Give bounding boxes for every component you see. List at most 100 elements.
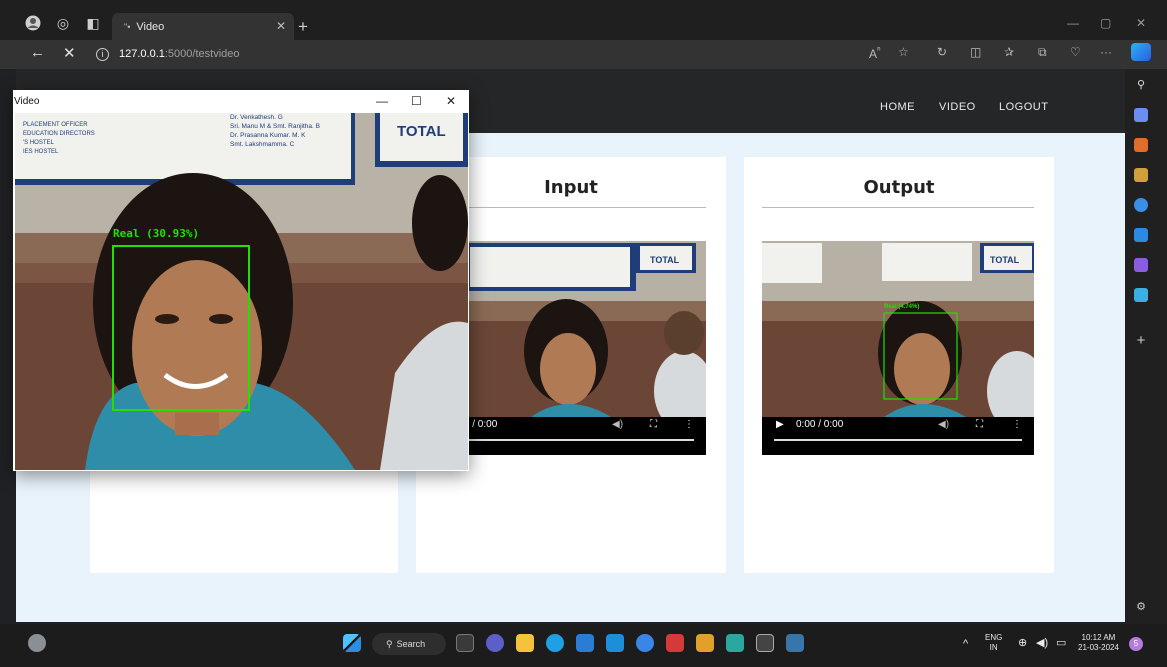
notification-badge[interactable]: 5	[1129, 637, 1143, 651]
cv-window-titlebar[interactable]: Video — ☐ ✕	[13, 90, 469, 113]
maximize-icon[interactable]: ▢	[1100, 16, 1111, 30]
battery-icon[interactable]: ▭	[1056, 638, 1066, 649]
taskbar-search[interactable]: ⚲ Search	[372, 633, 446, 655]
file-explorer-icon[interactable]	[516, 634, 534, 652]
read-aloud-icon[interactable]: Aⁿ	[869, 45, 881, 61]
windows-start-icon[interactable]	[343, 634, 361, 652]
tray-overflow-icon[interactable]: ^	[963, 639, 968, 650]
cv-board-name-4: Smt. Lakshmamma. C	[230, 141, 295, 148]
input-video-controls: 0:00 / 0:00 ◀) ⛶ ⋮	[436, 411, 706, 441]
sidebar-games-icon[interactable]	[1134, 168, 1148, 182]
input-divider	[436, 207, 706, 208]
site-info-icon[interactable]: i	[96, 47, 109, 61]
cv-board-left-1: PLACEMENT OFFICER	[23, 122, 88, 128]
output-video-time: 0:00 / 0:00	[796, 419, 844, 430]
weather-icon[interactable]	[28, 634, 46, 652]
input-video-player[interactable]: TOTAL 0:00 / 0:00 ◀) ⛶ ⋮	[436, 241, 706, 455]
sidebar-office-icon[interactable]	[1134, 198, 1148, 212]
minimize-icon[interactable]: —	[1067, 16, 1079, 30]
split-screen-icon[interactable]: ◫	[970, 45, 981, 59]
more-options-icon[interactable]: ···	[1100, 45, 1112, 59]
python-icon[interactable]	[786, 634, 804, 652]
sidebar-tag-icon[interactable]	[1134, 108, 1148, 122]
back-icon[interactable]: ←	[30, 44, 45, 61]
network-icon[interactable]: ⊕	[1018, 638, 1027, 649]
input-more-icon[interactable]: ⋮	[684, 419, 694, 430]
url-host: 127.0.0.1	[119, 48, 165, 60]
refresh-icon[interactable]: ↻	[937, 45, 947, 59]
output-progress-bar[interactable]	[774, 439, 1022, 441]
input-fullscreen-icon[interactable]: ⛶	[650, 419, 657, 430]
chrome-icon[interactable]	[636, 634, 654, 652]
sidebar-tools-icon[interactable]	[1134, 138, 1148, 152]
cv-camera-image	[15, 113, 468, 470]
mail-icon[interactable]	[606, 634, 624, 652]
cv-board-left-4: IES HOSTEL	[23, 149, 59, 155]
url-field[interactable]: i 127.0.0.1 :5000/testvideo	[96, 44, 861, 64]
close-window-icon[interactable]: ✕	[1136, 16, 1146, 30]
workspaces-icon[interactable]: ◎	[54, 14, 72, 32]
sidebar-designer-icon[interactable]	[1134, 258, 1148, 272]
task-view-icon[interactable]	[456, 634, 474, 652]
store-icon[interactable]	[576, 634, 594, 652]
volume-icon[interactable]: ◀)	[1036, 638, 1048, 649]
sidebar-add-icon[interactable]: +	[1134, 332, 1148, 349]
cv-board-left: PLACEMENT OFFICER EDUCATION DIRECTORS 'S…	[23, 121, 95, 157]
sidebar-outlook-icon[interactable]	[1134, 228, 1148, 242]
input-volume-icon[interactable]: ◀)	[612, 419, 623, 430]
favorites-icon[interactable]: ✰	[1004, 45, 1014, 59]
clock-date: 21-03-2024	[1078, 643, 1119, 652]
windows-taskbar: ⚲ Search ^ ENG IN ⊕ ◀) ▭ 10:12 AM 21-03-…	[0, 624, 1167, 667]
output-video-player[interactable]: TOTAL Real (4.74%) ▶ 0:00 / 0:00 ◀) ⛶ ⋮	[762, 241, 1034, 455]
language-indicator[interactable]: ENG IN	[985, 633, 1002, 653]
output-fullscreen-icon[interactable]: ⛶	[976, 419, 983, 430]
output-card: Output TOTAL Real (4.74%) ▶ 0:00 / 0:00 …	[744, 157, 1054, 573]
cv-window-title: Video	[14, 96, 40, 107]
notepad-icon[interactable]	[726, 634, 744, 652]
cv-board-name-3: Dr. Prasanna Kumar. M. K	[230, 132, 306, 139]
output-detection-label: Real (4.74%)	[884, 304, 920, 310]
mcafee-icon[interactable]	[666, 634, 684, 652]
output-play-icon[interactable]: ▶	[776, 419, 784, 430]
sidebar-settings-icon[interactable]: ⚙	[1134, 599, 1148, 613]
cv-board-name-1: Dr. Venkathesh. G	[230, 114, 283, 121]
nav-home[interactable]: HOME	[880, 101, 915, 113]
close-tab-icon[interactable]: ✕	[276, 19, 286, 33]
cv-minimize-icon[interactable]: —	[376, 94, 388, 108]
search-icon: ⚲	[386, 638, 393, 649]
health-icon[interactable]: ♡	[1070, 45, 1081, 59]
output-divider	[762, 207, 1034, 208]
tab-actions-icon[interactable]: ◧	[84, 14, 102, 32]
svg-text:TOTAL: TOTAL	[650, 255, 680, 265]
clock[interactable]: 10:12 AM 21-03-2024	[1078, 633, 1119, 653]
new-tab-icon[interactable]: +	[298, 17, 308, 37]
edge-browser-icon[interactable]	[546, 634, 564, 652]
terminal-icon[interactable]	[756, 634, 774, 652]
tab-video[interactable]: "• Video ✕	[112, 13, 294, 40]
favorite-star-icon[interactable]: ☆	[898, 45, 909, 59]
sidebar-search-icon[interactable]: ⚲	[1134, 77, 1148, 91]
input-progress-bar[interactable]	[448, 439, 694, 441]
lang: ENG	[985, 633, 1003, 642]
app-icon[interactable]	[696, 634, 714, 652]
copilot-icon[interactable]	[1131, 43, 1151, 61]
cv-board-name-2: Sri. Manu M & Smt. Ranjitha. B	[230, 123, 320, 130]
nav-video[interactable]: VIDEO	[939, 101, 976, 113]
collections-icon[interactable]: ⧉	[1038, 45, 1047, 60]
output-volume-icon[interactable]: ◀)	[938, 419, 949, 430]
taskbar-search-label: Search	[396, 639, 426, 649]
teams-icon[interactable]	[486, 634, 504, 652]
opencv-video-window[interactable]: Video — ☐ ✕ PLACEMENT OFFICER EDUCATION …	[13, 90, 469, 471]
sidebar-send-icon[interactable]	[1134, 288, 1148, 302]
video-tab-icon: "•	[124, 21, 131, 32]
region: IN	[989, 643, 998, 652]
nav-logout[interactable]: LOGOUT	[999, 101, 1048, 113]
cv-board-names: Dr. Venkathesh. G Sri. Manu M & Smt. Ran…	[230, 113, 320, 149]
profile-icon[interactable]	[24, 14, 42, 32]
cv-close-icon[interactable]: ✕	[446, 94, 456, 108]
output-more-icon[interactable]: ⋮	[1012, 419, 1022, 430]
stop-icon[interactable]: ✕	[63, 44, 76, 62]
cv-maximize-icon[interactable]: ☐	[411, 94, 422, 108]
cv-board-total: TOTAL	[397, 123, 446, 140]
output-title: Output	[863, 177, 935, 198]
